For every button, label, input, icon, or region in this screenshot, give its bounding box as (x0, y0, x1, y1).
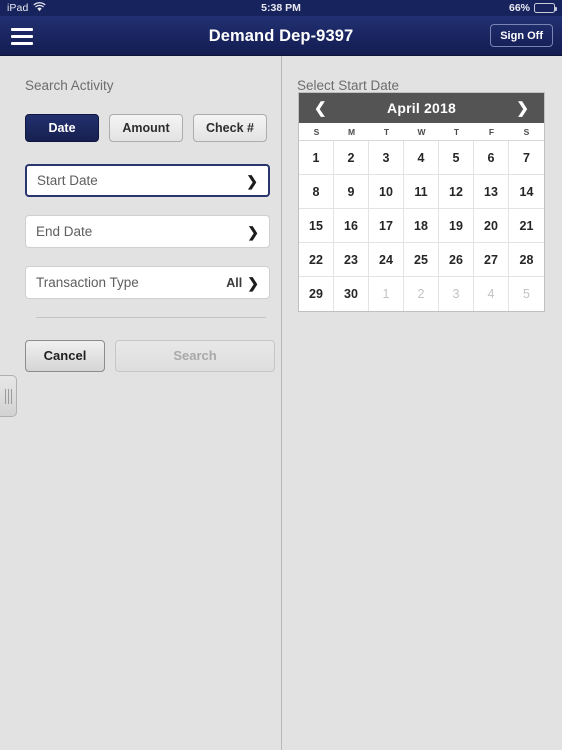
calendar-day[interactable]: 15 (299, 209, 334, 243)
calendar-month-title: April 2018 (387, 100, 456, 116)
end-date-label: End Date (36, 224, 93, 239)
weekday-sunday: S (313, 127, 320, 137)
calendar-day[interactable]: 23 (334, 243, 369, 277)
calendar-day[interactable]: 6 (474, 141, 509, 175)
calendar-day[interactable]: 7 (509, 141, 544, 175)
calendar-day-adjacent-month[interactable]: 4 (474, 277, 509, 311)
transaction-type-right: All ❯ (226, 276, 269, 290)
cancel-button[interactable]: Cancel (25, 340, 105, 372)
calendar-day[interactable]: 12 (439, 175, 474, 209)
calendar-day[interactable]: 26 (439, 243, 474, 277)
calendar-day-adjacent-month[interactable]: 5 (509, 277, 544, 311)
calendar-day[interactable]: 4 (404, 141, 439, 175)
calendar-day-adjacent-month[interactable]: 3 (439, 277, 474, 311)
search-mode-segmented-control: Date Amount Check # (25, 114, 281, 142)
search-fields: Start Date ❯ End Date ❯ Transaction Type (25, 164, 281, 299)
handle-grip-line (10, 388, 12, 404)
status-bar-left: iPad (7, 1, 46, 15)
sign-off-button[interactable]: Sign Off (490, 24, 553, 47)
start-date-right: ❯ (241, 174, 268, 188)
start-date-label: Start Date (37, 173, 98, 188)
calendar-day[interactable]: 16 (334, 209, 369, 243)
calendar-day[interactable]: 2 (334, 141, 369, 175)
calendar-weekday-header: S M T W T F S (299, 123, 544, 141)
weekday-wednesday: W (417, 127, 426, 137)
device-name: iPad (7, 2, 29, 14)
status-bar-time: 5:38 PM (261, 2, 301, 14)
calendar-day[interactable]: 14 (509, 175, 544, 209)
status-bar-right: 66% (508, 2, 557, 14)
weekday-thursday: T (453, 127, 460, 137)
page-title: Demand Dep-9397 (208, 27, 354, 45)
transaction-type-value: All (226, 275, 243, 290)
content-area: Search Activity Date Amount Check # Star… (0, 56, 562, 750)
battery-percent: 66% (508, 2, 530, 14)
calendar-day[interactable]: 18 (404, 209, 439, 243)
segment-date[interactable]: Date (25, 114, 99, 142)
calendar-day[interactable]: 1 (299, 141, 334, 175)
calendar-day[interactable]: 30 (334, 277, 369, 311)
calendar-day-adjacent-month[interactable]: 2 (404, 277, 439, 311)
calendar-day[interactable]: 28 (509, 243, 544, 277)
search-activity-heading: Search Activity (25, 78, 114, 93)
chevron-right-icon: ❯ (247, 274, 259, 291)
search-button[interactable]: Search (115, 340, 275, 372)
calendar-day[interactable]: 3 (369, 141, 404, 175)
weekday-saturday: S (523, 127, 530, 137)
calendar-header: ❮ April 2018 ❯ (299, 93, 544, 123)
date-picker-panel: Select Start Date ❮ April 2018 ❯ S M T W… (283, 56, 562, 750)
chevron-right-icon: ❯ (247, 223, 259, 240)
action-buttons: Cancel Search (25, 340, 281, 372)
calendar-day[interactable]: 10 (369, 175, 404, 209)
section-divider (36, 317, 266, 318)
weekday-friday: F (488, 127, 495, 137)
calendar-day[interactable]: 17 (369, 209, 404, 243)
calendar-day[interactable]: 19 (439, 209, 474, 243)
battery-icon (534, 3, 557, 13)
select-start-date-heading: Select Start Date (297, 78, 400, 93)
end-date-field[interactable]: End Date ❯ (25, 215, 270, 248)
weekday-monday: M (347, 127, 356, 137)
wifi-icon (33, 1, 46, 15)
chevron-right-icon: ❯ (246, 172, 258, 189)
transaction-type-label: Transaction Type (36, 275, 139, 290)
calendar-day-grid: 1 2 3 4 5 6 7 8 9 10 11 12 13 14 15 16 1… (299, 141, 544, 311)
segment-check-number[interactable]: Check # (193, 114, 267, 142)
pane-resize-handle[interactable] (0, 375, 17, 417)
calendar-day[interactable]: 11 (404, 175, 439, 209)
calendar-day[interactable]: 25 (404, 243, 439, 277)
chevron-left-icon[interactable]: ❮ (311, 99, 330, 118)
calendar-day[interactable]: 20 (474, 209, 509, 243)
calendar-day[interactable]: 27 (474, 243, 509, 277)
weekday-tuesday: T (383, 127, 390, 137)
calendar-day[interactable]: 8 (299, 175, 334, 209)
handle-grip-line (7, 388, 9, 404)
navigation-bar: Demand Dep-9397 Sign Off (0, 16, 562, 56)
end-date-right: ❯ (242, 225, 269, 239)
calendar-day[interactable]: 29 (299, 277, 334, 311)
search-panel: Search Activity Date Amount Check # Star… (0, 56, 282, 750)
handle-grip-line (4, 388, 6, 404)
segment-amount[interactable]: Amount (109, 114, 183, 142)
calendar-day[interactable]: 22 (299, 243, 334, 277)
calendar-day-adjacent-month[interactable]: 1 (369, 277, 404, 311)
transaction-type-field[interactable]: Transaction Type All ❯ (25, 266, 270, 299)
calendar-day[interactable]: 13 (474, 175, 509, 209)
calendar-day[interactable]: 5 (439, 141, 474, 175)
calendar-day[interactable]: 21 (509, 209, 544, 243)
chevron-right-icon[interactable]: ❯ (513, 99, 532, 118)
start-date-field[interactable]: Start Date ❯ (25, 164, 270, 197)
app-screen: iPad 5:38 PM 66% Demand Dep-9397 Sign Of… (0, 0, 562, 750)
calendar-day[interactable]: 24 (369, 243, 404, 277)
calendar-day[interactable]: 9 (334, 175, 369, 209)
calendar: ❮ April 2018 ❯ S M T W T F S 1 2 3 4 5 6… (298, 92, 545, 312)
status-bar: iPad 5:38 PM 66% (0, 0, 562, 16)
